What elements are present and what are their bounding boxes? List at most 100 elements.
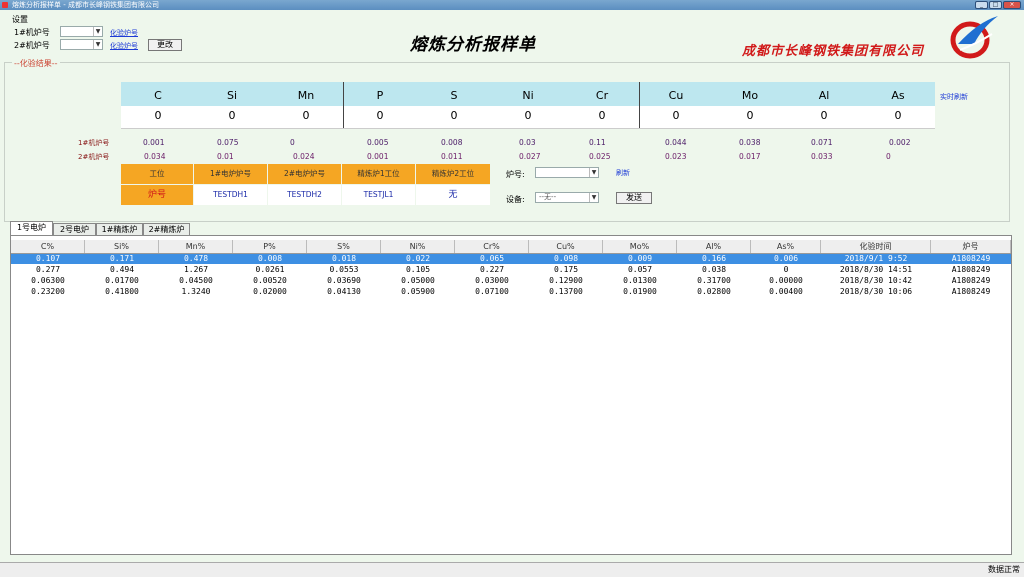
column-header[interactable]: Ni% xyxy=(381,240,455,253)
chevron-down-icon: ▼ xyxy=(93,40,102,49)
device-select-value: --无-- xyxy=(539,193,557,201)
table-cell: 0.018 xyxy=(331,254,357,263)
furnace-number-select[interactable]: ▼ xyxy=(535,167,599,178)
chevron-down-icon: ▼ xyxy=(589,168,598,177)
row2-value: 0.011 xyxy=(441,152,463,161)
table-cell: 0.04130 xyxy=(327,287,361,296)
row2-value: 0.025 xyxy=(589,152,611,161)
send-button[interactable]: 发送 xyxy=(616,192,652,204)
table-cell: 0.05000 xyxy=(401,276,435,285)
furnace2-number: TESTDH2 xyxy=(268,185,341,205)
column-header[interactable]: Si% xyxy=(85,240,159,253)
chevron-down-icon: ▼ xyxy=(589,193,598,202)
table-cell: 0.227 xyxy=(479,265,505,274)
table-cell: 0.008 xyxy=(257,254,283,263)
tab-refine1[interactable]: 1#精炼炉 xyxy=(96,223,143,235)
table-cell: 0.03690 xyxy=(327,276,361,285)
row2-value: 0.034 xyxy=(144,152,166,161)
table-cell: 0.00520 xyxy=(253,276,287,285)
app-icon xyxy=(2,2,8,8)
table-cell: A1808249 xyxy=(951,254,991,263)
element-value: 0 xyxy=(302,109,310,122)
table-row[interactable]: 0.107 0.171 0.478 0.008 0.018 0.022 0.065 0.098… xyxy=(11,254,1011,264)
position-header: 精炼炉1工位 xyxy=(342,164,415,184)
column-header[interactable]: P% xyxy=(233,240,307,253)
column-header[interactable]: As% xyxy=(751,240,821,253)
table-cell: 0.006 xyxy=(773,254,799,263)
page-title: 熔炼分析报样单 xyxy=(410,35,536,55)
device-select[interactable]: --无-- ▼ xyxy=(535,192,599,203)
column-header[interactable]: Mo% xyxy=(603,240,677,253)
divider xyxy=(639,82,640,106)
element-value: 0 xyxy=(820,109,828,122)
close-button[interactable]: × xyxy=(1003,1,1021,9)
company-logo-icon xyxy=(950,16,998,59)
furnace-refresh-link[interactable]: 刷新 xyxy=(616,168,630,178)
element-value: 0 xyxy=(154,109,162,122)
furnace1-number: TESTDH1 xyxy=(194,185,267,205)
column-header[interactable]: 化验时间 xyxy=(821,240,931,253)
row1-label: 1#机炉号 xyxy=(78,139,110,147)
tab-furnace1[interactable]: 1号电炉 xyxy=(10,221,53,235)
row1-value: 0.008 xyxy=(441,138,463,147)
position-row-label: 炉号 xyxy=(121,185,193,205)
title-bar: 熔炼分析报样单 - 成都市长峰钢铁集团有限公司 _ □ × xyxy=(0,0,1024,10)
row1-value: 0.001 xyxy=(143,138,165,147)
table-row[interactable]: 0.06300 0.01700 0.04500 0.00520 0.03690 0.050… xyxy=(11,276,1011,286)
row1-value: 0.03 xyxy=(519,138,536,147)
table-cell: 0.00400 xyxy=(769,287,803,296)
row1-value: 0 xyxy=(290,138,295,147)
element-value: 0 xyxy=(598,109,606,122)
tab-refine2[interactable]: 2#精炼炉 xyxy=(143,223,190,235)
position-header: 2#电炉炉号 xyxy=(268,164,341,184)
company-name: 成都市长峰钢铁集团有限公司 xyxy=(742,44,925,59)
row2-value: 0.027 xyxy=(519,152,541,161)
table-cell: 0.277 xyxy=(35,265,61,274)
table-cell: 0.0261 xyxy=(255,265,285,274)
column-header[interactable]: 炉号 xyxy=(931,240,1011,253)
table-cell: 0.107 xyxy=(35,254,61,263)
column-header[interactable]: Al% xyxy=(677,240,751,253)
change-button[interactable]: 更改 xyxy=(148,39,182,51)
minimize-button[interactable]: _ xyxy=(975,1,988,9)
table-cell: 0.23200 xyxy=(31,287,65,296)
column-header[interactable]: Cr% xyxy=(455,240,529,253)
table-cell: 0.05900 xyxy=(401,287,435,296)
element-value: 0 xyxy=(746,109,754,122)
maximize-button[interactable]: □ xyxy=(989,1,1002,9)
table-cell: 0.31700 xyxy=(697,276,731,285)
table-cell: 0.01900 xyxy=(623,287,657,296)
row1-value: 0.005 xyxy=(367,138,389,147)
column-header[interactable]: Mn% xyxy=(159,240,233,253)
row2-value: 0.023 xyxy=(665,152,687,161)
furnace2-link[interactable]: 化验炉号 xyxy=(110,41,138,51)
furnace2-select[interactable]: ▼ xyxy=(60,39,103,50)
element-value: 0 xyxy=(672,109,680,122)
results-grid[interactable]: C% Si% Mn% P% S% Ni% Cr% Cu% Mo% Al% As%… xyxy=(10,235,1012,555)
row2-value: 0.01 xyxy=(217,152,234,161)
row2-label: 2#机炉号 xyxy=(78,153,110,161)
realtime-refresh-link[interactable]: 实时刷新 xyxy=(940,92,968,102)
table-cell: 2018/9/1 9:52 xyxy=(844,254,908,263)
table-cell: 0.41800 xyxy=(105,287,139,296)
column-header[interactable]: C% xyxy=(11,240,85,253)
row2-value: 0.024 xyxy=(293,152,315,161)
column-header[interactable]: Cu% xyxy=(529,240,603,253)
table-cell: 0.057 xyxy=(627,265,653,274)
table-cell: 0.038 xyxy=(701,265,727,274)
element-value: 0 xyxy=(450,109,458,122)
table-row[interactable]: 0.277 0.494 1.267 0.0261 0.0553 0.105 0.227 0.1… xyxy=(11,265,1011,275)
furnace1-select[interactable]: ▼ xyxy=(60,26,103,37)
table-row[interactable]: 0.23200 0.41800 1.3240 0.02000 0.04130 0.0590… xyxy=(11,287,1011,297)
table-cell: 0.03000 xyxy=(475,276,509,285)
row1-value: 0.075 xyxy=(217,138,239,147)
table-cell: 0.022 xyxy=(405,254,431,263)
furnace1-link[interactable]: 化验炉号 xyxy=(110,28,138,38)
column-header[interactable]: S% xyxy=(307,240,381,253)
divider xyxy=(343,82,344,106)
status-text: 数据正常 xyxy=(988,565,1020,574)
table-cell: 2018/8/30 10:06 xyxy=(839,287,913,296)
tab-furnace2[interactable]: 2号电炉 xyxy=(53,223,96,235)
table-cell: A1808249 xyxy=(951,265,991,274)
table-cell: 0.166 xyxy=(701,254,727,263)
